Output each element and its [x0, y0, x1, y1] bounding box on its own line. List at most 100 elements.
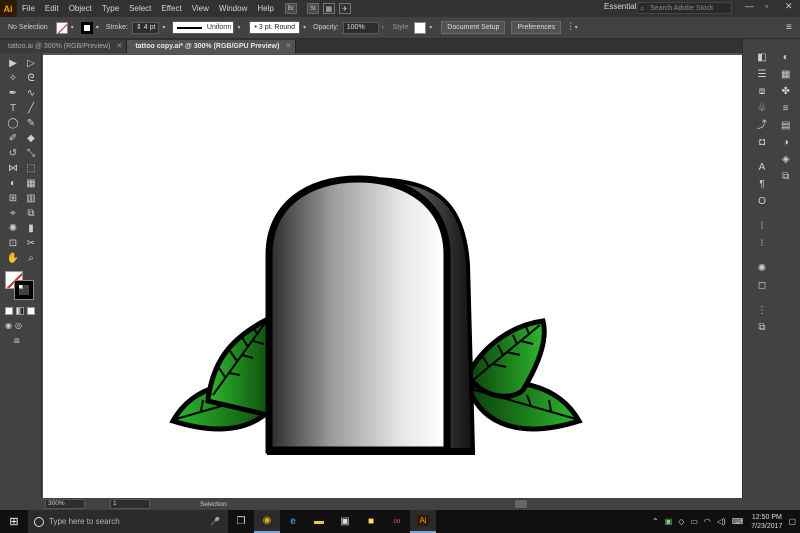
brushes-panel-icon[interactable]: ✤	[782, 83, 790, 100]
stroke-label[interactable]: Stroke:	[106, 24, 128, 31]
properties-panel-icon[interactable]: ⁝	[760, 235, 763, 252]
selection-tool-icon[interactable]: ▶	[4, 56, 22, 71]
task-view-icon[interactable]: ❐	[228, 510, 254, 533]
tab-tattoo-copy[interactable]: tattoo copy.ai* @ 300% (RGB/GPU Preview)…	[127, 40, 297, 53]
menu-object[interactable]: Object	[64, 4, 97, 13]
eraser-tool-icon[interactable]: ◆	[22, 131, 40, 146]
shaper-tool-icon[interactable]: ✐	[4, 131, 22, 146]
gradient-panel-icon[interactable]: ▤	[781, 117, 790, 134]
scale-tool-icon[interactable]: ⤡	[22, 146, 40, 161]
stroke-panel-icon[interactable]: ≡	[783, 100, 789, 117]
align-panel-icon[interactable]: ☰	[758, 66, 767, 83]
type-tool-icon[interactable]: T	[4, 101, 22, 116]
color-button[interactable]	[5, 307, 13, 315]
mesh-tool-icon[interactable]: ⊞	[4, 191, 22, 206]
transparency-panel-icon[interactable]: ◑	[783, 134, 789, 151]
tab-tattoo[interactable]: tattoo.ai @ 300% (RGB/Preview) ✕	[0, 40, 128, 53]
menu-file[interactable]: File	[17, 4, 40, 13]
close-icon[interactable]: ✕	[116, 40, 122, 53]
chevron-down-icon[interactable]: ▾	[71, 24, 74, 31]
pen-tool-icon[interactable]: ✒	[4, 86, 22, 101]
close-window-button[interactable]: ✕	[785, 1, 793, 12]
column-graph-tool-icon[interactable]: ▮	[22, 221, 40, 236]
color-guide-icon[interactable]: ✺	[758, 260, 766, 277]
symbol-sprayer-tool-icon[interactable]: ✺	[4, 221, 22, 236]
line-tool-icon[interactable]: ╱	[22, 101, 40, 116]
taskbar-search-input[interactable]: Type here to search 🎤	[28, 510, 228, 533]
security-icon[interactable]: ▣	[665, 517, 673, 526]
draw-mode-icon[interactable]: ◉	[5, 321, 12, 330]
search-stock-input[interactable]: ⌕ Search Adobe Stock	[637, 2, 732, 14]
appearance-panel-icon[interactable]: ◈	[782, 151, 790, 168]
export-panel-icon[interactable]: ⤴	[757, 117, 767, 134]
close-icon[interactable]: ✕	[285, 40, 291, 53]
menu-effect[interactable]: Effect	[156, 4, 186, 13]
none-button[interactable]	[27, 307, 35, 315]
sticky-notes-icon[interactable]: ■	[358, 510, 384, 533]
gradient-tool-icon[interactable]: ▥	[22, 191, 40, 206]
notifications-icon[interactable]: ▢	[788, 517, 796, 526]
gradient-button[interactable]	[16, 307, 24, 315]
blend-tool-icon[interactable]: ⧉	[22, 206, 40, 221]
dropbox-icon[interactable]: ◇	[678, 517, 684, 526]
volume-icon[interactable]: ◁)	[717, 517, 726, 526]
preferences-button[interactable]: Preferences	[511, 21, 562, 34]
menu-help[interactable]: Help	[252, 4, 278, 13]
stroke-indicator[interactable]	[14, 280, 34, 300]
menu-type[interactable]: Type	[97, 4, 124, 13]
brush-definition[interactable]: • 3 pt. Round	[249, 21, 301, 34]
stroke-swatch[interactable]	[80, 21, 93, 34]
minimize-button[interactable]: —	[745, 1, 754, 11]
screen-mode-icon[interactable]: ⧈	[14, 335, 20, 346]
hand-tool-icon[interactable]: ✋	[4, 251, 22, 266]
bridge-button[interactable]: Br	[284, 3, 297, 14]
shape-builder-tool-icon[interactable]: ◐	[4, 176, 22, 191]
align-icon[interactable]: ⫶	[569, 22, 572, 33]
battery-icon[interactable]: ▭	[690, 517, 698, 526]
eyedropper-tool-icon[interactable]: ⌖	[4, 206, 22, 221]
layers-panel-icon[interactable]: ◧	[757, 49, 766, 66]
chevron-right-icon[interactable]: ›	[382, 25, 384, 31]
curvature-tool-icon[interactable]: ∿	[22, 86, 40, 101]
direct-selection-tool-icon[interactable]: ▷	[22, 56, 40, 71]
variable-width-profile[interactable]: Uniform	[172, 21, 235, 34]
tombstone-artwork[interactable]	[43, 55, 742, 498]
artboard[interactable]	[43, 55, 742, 498]
lasso-tool-icon[interactable]: ᘓ	[22, 71, 40, 86]
windows-start-icon[interactable]: ⊞	[0, 510, 28, 533]
zoom-level-input[interactable]: 300%	[45, 499, 85, 509]
artboards-panel-icon[interactable]: ◻	[758, 277, 766, 294]
file-explorer-icon[interactable]: ▬	[306, 510, 332, 533]
artboard-tool-icon[interactable]: ⊡	[4, 236, 22, 251]
chevron-up-icon[interactable]: ⌃	[652, 517, 659, 526]
zoom-tool-icon[interactable]: ⌕	[22, 251, 40, 266]
stroke-weight-input[interactable]: ⇕ 4 pt	[131, 21, 160, 34]
chevron-down-icon[interactable]: ▾	[237, 24, 240, 31]
fill-swatch[interactable]	[55, 21, 68, 34]
store-icon[interactable]: ▣	[332, 510, 358, 533]
opentype-panel-icon[interactable]: O	[758, 193, 766, 210]
right-leaves[interactable]	[465, 318, 583, 432]
transform-panel-icon[interactable]: ⁞	[761, 218, 764, 235]
chevron-down-icon[interactable]: ▾	[96, 24, 99, 31]
arrange-documents-icon[interactable]: ▦	[322, 3, 335, 14]
clock[interactable]: 12:50 PM 7/23/2017	[751, 513, 782, 531]
menu-window[interactable]: Window	[214, 4, 252, 13]
links-panel-icon[interactable]: ⧉	[758, 319, 765, 336]
menu-select[interactable]: Select	[124, 4, 156, 13]
swatches-panel-icon[interactable]: ▦	[781, 66, 790, 83]
magic-wand-tool-icon[interactable]: ✧	[4, 71, 22, 86]
rotate-tool-icon[interactable]: ↺	[4, 146, 22, 161]
fill-stroke-swatches[interactable]	[5, 271, 35, 301]
chevron-down-icon[interactable]: ▾	[429, 24, 432, 31]
chevron-down-icon[interactable]: ▾	[162, 24, 165, 31]
illustrator-icon[interactable]: Ai	[410, 510, 436, 533]
menu-view[interactable]: View	[187, 4, 214, 13]
microphone-icon[interactable]: 🎤	[210, 517, 220, 526]
maximize-button[interactable]: ▫	[765, 1, 768, 11]
chevron-down-icon[interactable]: ▾	[575, 24, 578, 31]
canvas[interactable]	[43, 53, 742, 498]
character-panel-icon[interactable]: A	[759, 159, 766, 176]
opacity-input[interactable]: 100%	[342, 21, 379, 34]
image-trace-icon[interactable]: ◘	[759, 134, 765, 151]
